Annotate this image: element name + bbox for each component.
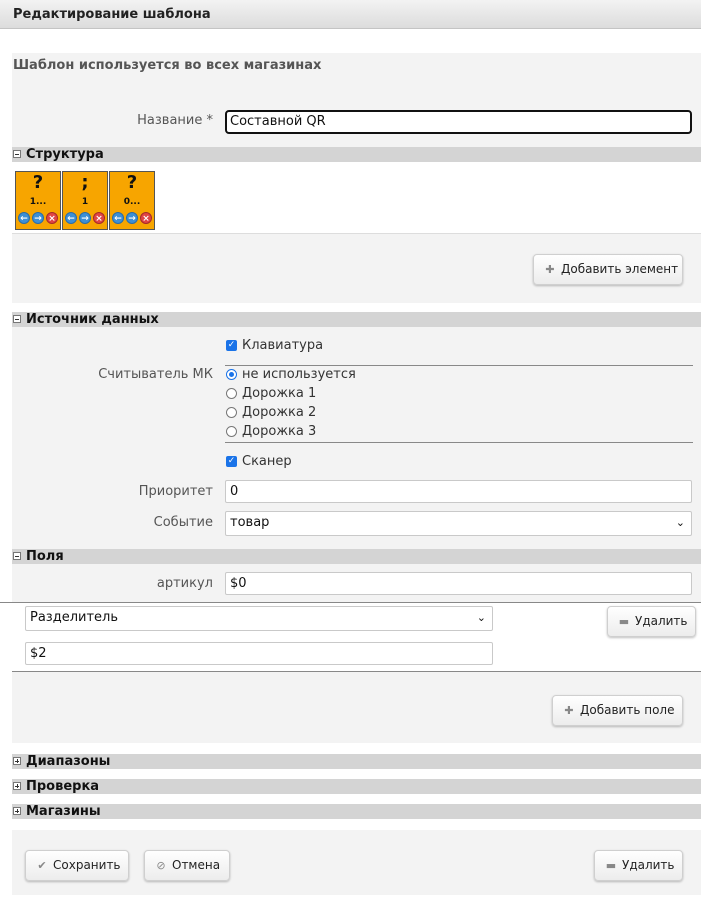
tile-controls: ← → × <box>64 212 108 224</box>
expand-icon[interactable] <box>13 757 21 765</box>
window-titlebar: Редактирование шаблона <box>0 0 701 29</box>
delete-x-icon[interactable]: × <box>140 212 152 224</box>
structure-tile[interactable]: ? 1... ← → × <box>15 171 61 230</box>
section-datasource[interactable]: Источник данных <box>12 312 701 327</box>
cancel-label: Отмена <box>172 858 221 872</box>
separator-select[interactable]: Разделитель ⌄ <box>25 606 493 631</box>
section-fields-title: Поля <box>26 549 64 564</box>
cancel-button[interactable]: ⊘ Отмена <box>144 850 230 881</box>
remove-field-button[interactable]: ▬ Удалить <box>607 606 696 637</box>
arrow-right-icon[interactable]: → <box>32 212 44 224</box>
tile-symbol: ? <box>126 172 138 193</box>
scanner-checkbox[interactable]: ✓ <box>226 456 237 467</box>
separator-select-value: Разделитель <box>30 610 119 625</box>
collapse-icon[interactable] <box>13 150 21 158</box>
check-icon: ✔ <box>37 859 47 872</box>
section-shops[interactable]: Магазины <box>12 804 701 819</box>
minus-icon: ▬ <box>605 859 617 872</box>
chevron-down-icon: ⌄ <box>476 611 486 624</box>
mk-option-none: не используется <box>242 367 356 382</box>
minus-icon: ▬ <box>618 615 630 628</box>
tile-controls: ← → × <box>111 212 155 224</box>
arrow-left-icon[interactable]: ← <box>112 212 124 224</box>
event-select[interactable]: товар ⌄ <box>225 511 692 536</box>
tile-count: 1 <box>81 197 89 207</box>
section-check[interactable]: Проверка <box>12 779 701 794</box>
tile-symbol: ? <box>32 172 44 193</box>
structure-tile[interactable]: ; 1 ← → × <box>62 171 108 230</box>
article-label: артикул <box>156 576 213 591</box>
mk-radio-none[interactable] <box>226 369 237 380</box>
scanner-label: Сканер <box>242 454 292 469</box>
keyboard-label: Клавиатура <box>242 338 324 353</box>
event-select-value: товар <box>230 515 270 530</box>
section-structure-title: Структура <box>26 147 104 162</box>
section-shops-title: Магазины <box>26 804 101 819</box>
plus-icon: ✚ <box>545 263 555 276</box>
section-ranges[interactable]: Диапазоны <box>12 754 701 769</box>
add-field-button[interactable]: ✚ Добавить поле <box>552 695 683 726</box>
save-button[interactable]: ✔ Сохранить <box>25 850 129 881</box>
save-label: Сохранить <box>53 858 121 872</box>
event-label: Событие <box>153 515 213 530</box>
priority-label: Приоритет <box>138 484 213 499</box>
mk-option-track3: Дорожка 3 <box>242 424 317 439</box>
section-fields[interactable]: Поля <box>12 549 701 564</box>
delete-label: Удалить <box>622 858 675 872</box>
mk-option-track2: Дорожка 2 <box>242 405 317 420</box>
section-structure[interactable]: Структура <box>12 147 701 162</box>
delete-x-icon[interactable]: × <box>46 212 58 224</box>
collapse-icon[interactable] <box>13 552 21 560</box>
separator-param-input[interactable]: $2 <box>25 642 493 665</box>
mk-radio-track2[interactable] <box>226 407 237 418</box>
expand-icon[interactable] <box>13 807 21 815</box>
arrow-left-icon[interactable]: ← <box>18 212 30 224</box>
structure-tile[interactable]: ? 0... ← → × <box>109 171 155 230</box>
section-ranges-title: Диапазоны <box>26 754 111 769</box>
divider <box>0 602 701 603</box>
mk-option-track1: Дорожка 1 <box>242 386 317 401</box>
tile-symbol: ; <box>81 172 89 193</box>
expand-icon[interactable] <box>13 782 21 790</box>
plus-icon: ✚ <box>564 704 574 717</box>
tile-count: 1... <box>29 197 47 207</box>
tile-count: 0... <box>123 197 141 207</box>
divider <box>225 442 693 443</box>
mk-radio-track1[interactable] <box>226 388 237 399</box>
priority-input[interactable]: 0 <box>225 480 692 503</box>
keyboard-checkbox[interactable]: ✓ <box>226 340 237 351</box>
delete-button[interactable]: ▬ Удалить <box>594 850 683 881</box>
delete-x-icon[interactable]: × <box>93 212 105 224</box>
arrow-left-icon[interactable]: ← <box>65 212 77 224</box>
section-datasource-title: Источник данных <box>26 312 159 327</box>
add-element-button[interactable]: ✚ Добавить элемент <box>533 254 683 285</box>
mk-reader-label: Считыватель МК <box>98 367 213 382</box>
add-element-label: Добавить элемент <box>561 262 679 276</box>
section-check-title: Проверка <box>26 779 100 794</box>
cancel-icon: ⊘ <box>156 859 166 872</box>
arrow-right-icon[interactable]: → <box>79 212 91 224</box>
mk-radio-track3[interactable] <box>226 426 237 437</box>
name-label: Название * <box>137 113 213 128</box>
name-input[interactable]: Составной QR <box>225 110 692 134</box>
add-field-label: Добавить поле <box>580 703 675 717</box>
divider <box>225 365 693 366</box>
arrow-right-icon[interactable]: → <box>126 212 138 224</box>
collapse-icon[interactable] <box>13 315 21 323</box>
shops-note: Шаблон используется во всех магазинах <box>13 58 322 73</box>
tile-controls: ← → × <box>17 212 61 224</box>
window-title: Редактирование шаблона <box>13 7 211 22</box>
article-input[interactable]: $0 <box>225 572 692 595</box>
chevron-down-icon: ⌄ <box>675 516 685 529</box>
remove-field-label: Удалить <box>635 614 688 628</box>
